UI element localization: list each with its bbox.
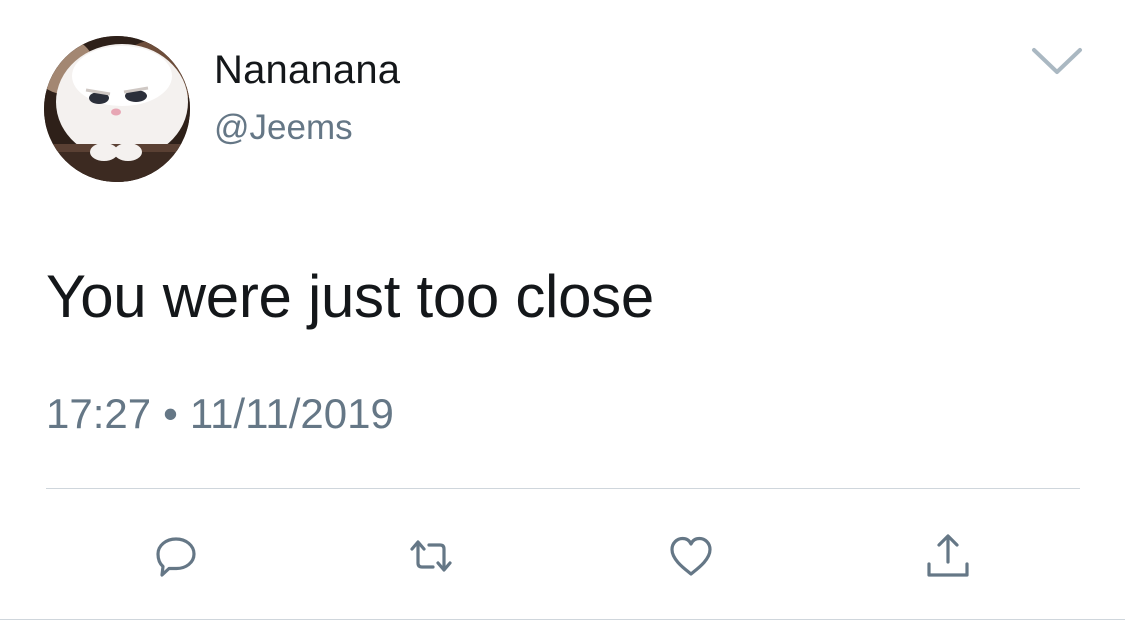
timestamp-separator: • (163, 390, 178, 437)
share-button[interactable] (922, 530, 974, 582)
actions-divider (46, 488, 1080, 489)
bottom-divider (0, 619, 1125, 620)
avatar-image (44, 36, 190, 182)
avatar[interactable] (44, 36, 190, 182)
tweet-text: You were just too close (46, 263, 654, 330)
user-handle[interactable]: @Jeems (214, 108, 353, 148)
tweet-time: 17:27 (46, 390, 152, 437)
heart-icon (670, 536, 712, 576)
tweet-timestamp[interactable]: 17:27 • 11/11/2019 (46, 390, 394, 438)
tweet-date: 11/11/2019 (189, 390, 394, 437)
chevron-down-icon[interactable] (1030, 44, 1084, 78)
retweet-button[interactable] (405, 530, 457, 582)
share-upload-icon (927, 534, 969, 577)
display-name[interactable]: Nananana (214, 48, 400, 93)
retweet-arrows-icon (410, 540, 452, 572)
speech-bubble-icon (156, 537, 196, 577)
like-button[interactable] (665, 530, 717, 582)
tweet-card: Nananana @Jeems You were just too close … (0, 0, 1125, 622)
reply-button[interactable] (150, 530, 202, 582)
